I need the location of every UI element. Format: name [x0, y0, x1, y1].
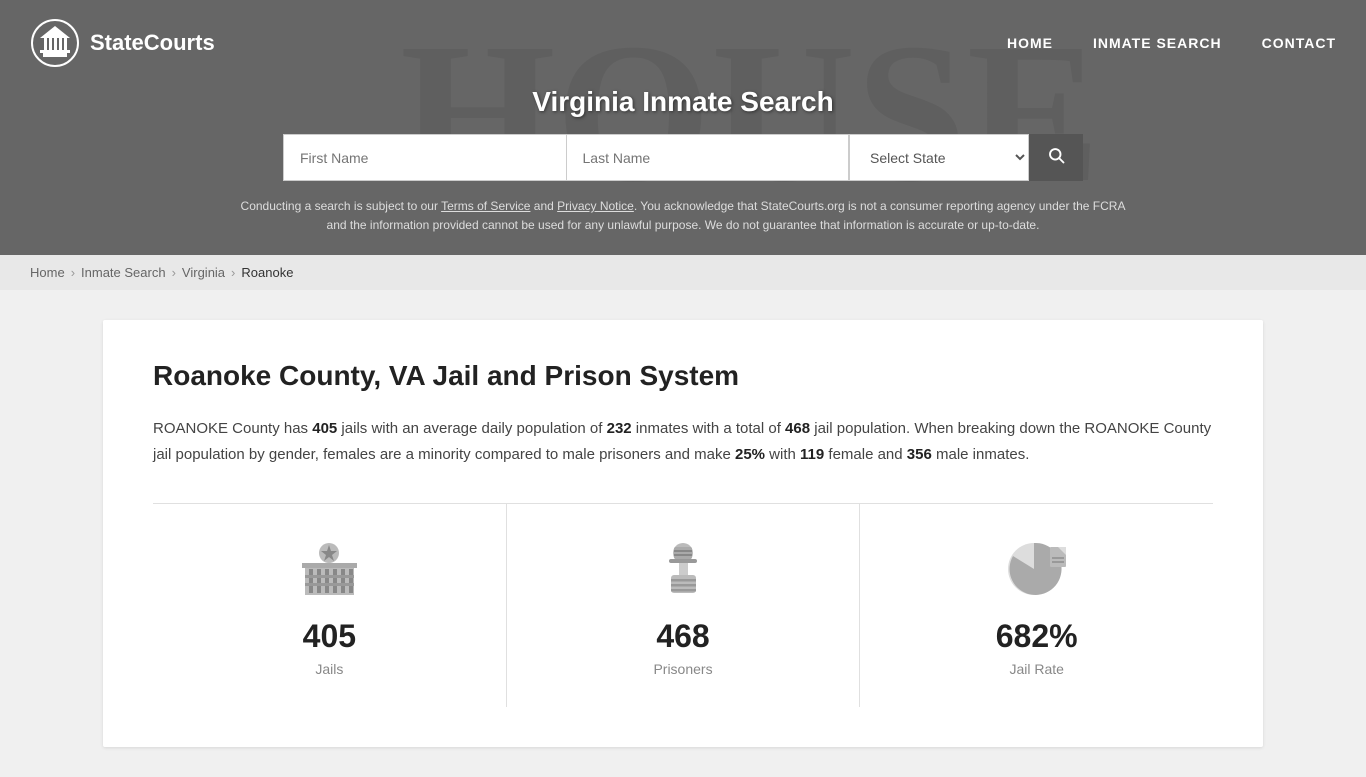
jail-rate-stat-label: Jail Rate — [1009, 661, 1063, 677]
nav-links: HOME INMATE SEARCH CONTACT — [1007, 35, 1336, 51]
privacy-link[interactable]: Privacy Notice — [557, 199, 634, 213]
site-header: StateCourts HOME INMATE SEARCH CONTACT V… — [0, 0, 1366, 255]
jails-stat-number: 405 — [303, 618, 356, 655]
breadcrumb-home[interactable]: Home — [30, 265, 65, 280]
search-bar: Select State Virginia California Texas F… — [283, 134, 1083, 181]
terms-link[interactable]: Terms of Service — [441, 199, 530, 213]
main-content: Roanoke County, VA Jail and Prison Syste… — [0, 320, 1366, 747]
female-count: 119 — [800, 446, 824, 463]
jails-stat-label: Jails — [315, 661, 343, 677]
nav-home[interactable]: HOME — [1007, 35, 1053, 51]
jails-count: 405 — [312, 420, 337, 437]
first-name-input[interactable] — [283, 134, 566, 181]
breadcrumb: Home › Inmate Search › Virginia › Roanok… — [0, 255, 1366, 290]
site-logo[interactable]: StateCourts — [30, 18, 215, 68]
state-select[interactable]: Select State Virginia California Texas F… — [849, 134, 1029, 181]
search-button[interactable] — [1029, 134, 1083, 181]
last-name-input[interactable] — [566, 134, 850, 181]
nav-inmate-search[interactable]: INMATE SEARCH — [1093, 35, 1222, 51]
jail-rate-stat-number: 682% — [996, 618, 1078, 655]
breadcrumb-current: Roanoke — [241, 265, 293, 280]
prisoner-icon — [648, 534, 718, 604]
nav-contact[interactable]: CONTACT — [1262, 35, 1336, 51]
content-card: Roanoke County, VA Jail and Prison Syste… — [103, 320, 1263, 747]
county-description: ROANOKE County has 405 jails with an ave… — [153, 416, 1213, 467]
stats-row: 405 Jails — [153, 503, 1213, 707]
avg-pop: 232 — [607, 420, 632, 437]
breadcrumb-sep-2: › — [172, 265, 176, 280]
breadcrumb-inmate-search[interactable]: Inmate Search — [81, 265, 166, 280]
jail-icon — [294, 534, 364, 604]
disclaimer-text: Conducting a search is subject to our Te… — [233, 197, 1133, 235]
search-section: Virginia Inmate Search Select State Virg… — [0, 86, 1366, 255]
prisoners-stat-number: 468 — [656, 618, 709, 655]
stat-prisoners: 468 Prisoners — [507, 504, 861, 707]
total-pop: 468 — [785, 420, 810, 437]
stat-jail-rate: 682% Jail Rate — [860, 504, 1213, 707]
page-title: Virginia Inmate Search — [20, 86, 1346, 118]
nav-bar: StateCourts HOME INMATE SEARCH CONTACT — [0, 0, 1366, 86]
breadcrumb-sep-1: › — [71, 265, 75, 280]
chart-icon — [1002, 534, 1072, 604]
stat-jails: 405 Jails — [153, 504, 507, 707]
female-pct: 25% — [735, 446, 765, 463]
male-count: 356 — [907, 446, 932, 463]
county-title: Roanoke County, VA Jail and Prison Syste… — [153, 360, 1213, 392]
logo-text: StateCourts — [90, 30, 215, 56]
breadcrumb-sep-3: › — [231, 265, 235, 280]
prisoners-stat-label: Prisoners — [653, 661, 712, 677]
breadcrumb-state[interactable]: Virginia — [182, 265, 225, 280]
